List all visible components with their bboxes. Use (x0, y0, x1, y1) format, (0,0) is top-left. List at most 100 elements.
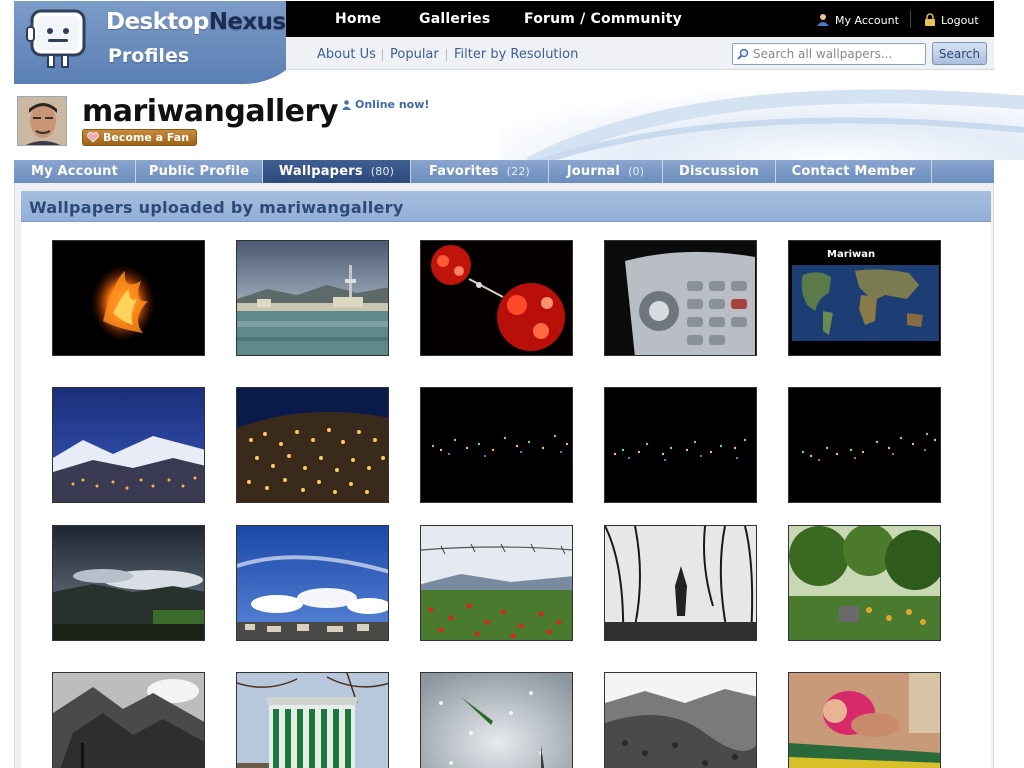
tab-public-profile[interactable]: Public Profile (136, 160, 263, 183)
logo-block[interactable]: DesktopNexus™ Profiles (14, 1, 314, 84)
nav-home[interactable]: Home (335, 11, 381, 27)
tab-journal[interactable]: Journal (0) (549, 160, 663, 183)
section-header: Wallpapers uploaded by mariwangallery (21, 191, 991, 222)
tab-label: Favorites (428, 164, 499, 179)
link-popular[interactable]: Popular (390, 47, 439, 62)
wallpaper-thumb-lake-city[interactable] (236, 240, 389, 356)
wallpaper-thumb-fire[interactable] (52, 240, 205, 356)
wallpaper-thumb-world-map[interactable]: Mariwan (788, 240, 941, 356)
wallpaper-thumb-bw-rocky-mountain[interactable] (52, 672, 205, 768)
tab-label: Discussion (678, 164, 760, 179)
profile-tabs: My Account Public Profile Wallpapers (80… (14, 160, 994, 183)
search-icon (737, 48, 749, 60)
night-lights-image (789, 388, 940, 502)
wallpaper-thumb-bw-tree-statue[interactable] (604, 525, 757, 641)
wallpaper-thumb-bw-hills[interactable] (604, 672, 757, 768)
become-fan-button[interactable]: Become a Fan (82, 129, 198, 146)
desktop-mascot-icon (26, 9, 86, 68)
wallpaper-thumb-night-lights-3[interactable] (788, 387, 941, 503)
sub-nav-bar: About Us Popular Filter by Resolution Se… (286, 37, 994, 70)
heart-icon (87, 132, 99, 143)
wallpaper-thumb-snow-closeup[interactable] (420, 672, 573, 768)
tall-building-image (237, 673, 388, 768)
wallpaper-thumb-tall-building[interactable] (236, 672, 389, 768)
nav-logout[interactable]: Logout (924, 13, 979, 27)
logo-wordmark: DesktopNexus™ (106, 9, 293, 35)
dark-clouds-image (53, 526, 204, 640)
bw-tree-statue-image (605, 526, 756, 640)
user-online-icon (342, 99, 351, 110)
phone-keypad-image (605, 241, 756, 355)
nav-galleries[interactable]: Galleries (419, 11, 490, 27)
site-header: DesktopNexus™ Profiles Home Galleries Fo… (14, 1, 994, 84)
my-account-label: My Account (835, 13, 899, 27)
main-nav-bar: Home Galleries Forum / Community My Acco… (286, 1, 994, 37)
online-status-label: Online now! (355, 98, 430, 111)
tab-label: Journal (566, 164, 621, 179)
bw-hills-image (605, 673, 756, 768)
content-panel: Wallpapers uploaded by mariwangallery Ma… (14, 183, 994, 768)
search-input[interactable] (753, 45, 923, 63)
search-button[interactable]: Search (932, 42, 987, 65)
green-park-image (789, 526, 940, 640)
wallpaper-thumb-red-crystals[interactable] (420, 240, 573, 356)
tab-count: (80) (370, 165, 395, 178)
subnav-divider (446, 49, 447, 61)
blue-mountain-image (53, 388, 204, 502)
logo-word-nexus: Nexus (208, 9, 286, 35)
logo-subtitle: Profiles (108, 45, 190, 67)
red-crystals-image (421, 241, 572, 355)
wallpaper-thumb-dark-clouds-valley[interactable] (52, 525, 205, 641)
profile-header: mariwangallery Online now! Become a Fan (0, 84, 1024, 160)
hillside-city-image (237, 388, 388, 502)
nav-my-account[interactable]: My Account (816, 13, 899, 27)
link-filter-resolution[interactable]: Filter by Resolution (454, 47, 578, 62)
wallpaper-thumb-night-lights-1[interactable] (420, 387, 573, 503)
nav-forum[interactable]: Forum / Community (524, 11, 682, 27)
tab-label: Contact Member (791, 164, 916, 179)
barbed-wire-field-image (421, 526, 572, 640)
snow-closeup-image (421, 673, 572, 768)
fan-button-label: Become a Fan (103, 131, 190, 144)
wallpaper-thumb-blue-mountain-lights[interactable] (52, 387, 205, 503)
user-icon (817, 14, 829, 26)
lake-city-image (237, 241, 388, 355)
tab-my-account[interactable]: My Account (14, 160, 136, 183)
wallpaper-thumb-night-lights-2[interactable] (604, 387, 757, 503)
tab-count: (22) (506, 165, 531, 178)
tab-favorites[interactable]: Favorites (22) (411, 160, 549, 183)
tab-contact-member[interactable]: Contact Member (776, 160, 932, 183)
tab-wallpapers[interactable]: Wallpapers (80) (263, 160, 411, 183)
nav-divider (910, 10, 911, 28)
subnav-divider (382, 49, 383, 61)
wallpaper-thumb-green-park[interactable] (788, 525, 941, 641)
logo-word-desktop: Desktop (106, 9, 209, 35)
wallpaper-grid: Mariwan (21, 222, 991, 768)
lock-icon (925, 13, 935, 26)
tab-count: (0) (628, 165, 645, 178)
wallpaper-thumb-barbed-wire-field[interactable] (420, 525, 573, 641)
bw-mountain-image (53, 673, 204, 768)
fire-image (53, 241, 204, 355)
map-caption: Mariwan (827, 249, 875, 260)
link-about-us[interactable]: About Us (317, 47, 376, 62)
night-lights-image (421, 388, 572, 502)
search-box (732, 43, 926, 65)
sleeping-baby-image (789, 673, 940, 768)
section-title: Wallpapers uploaded by mariwangallery (29, 198, 404, 217)
wallpaper-thumb-hillside-city-lights[interactable] (236, 387, 389, 503)
avatar[interactable] (17, 96, 67, 146)
tab-discussion[interactable]: Discussion (663, 160, 776, 183)
logout-label: Logout (941, 13, 979, 27)
decorative-swoosh (500, 84, 1024, 160)
night-lights-image (605, 388, 756, 502)
wallpaper-thumb-blue-sky-clouds[interactable] (236, 525, 389, 641)
tab-label: Wallpapers (278, 164, 363, 179)
world-map-image: Mariwan (789, 241, 940, 355)
online-status: Online now! (342, 98, 429, 111)
tab-label: My Account (30, 164, 119, 179)
profile-username: mariwangallery (82, 94, 338, 129)
wallpaper-thumb-sleeping-baby[interactable] (788, 672, 941, 768)
wallpaper-thumb-phone-keypad[interactable] (604, 240, 757, 356)
user-portrait-icon (18, 97, 66, 145)
